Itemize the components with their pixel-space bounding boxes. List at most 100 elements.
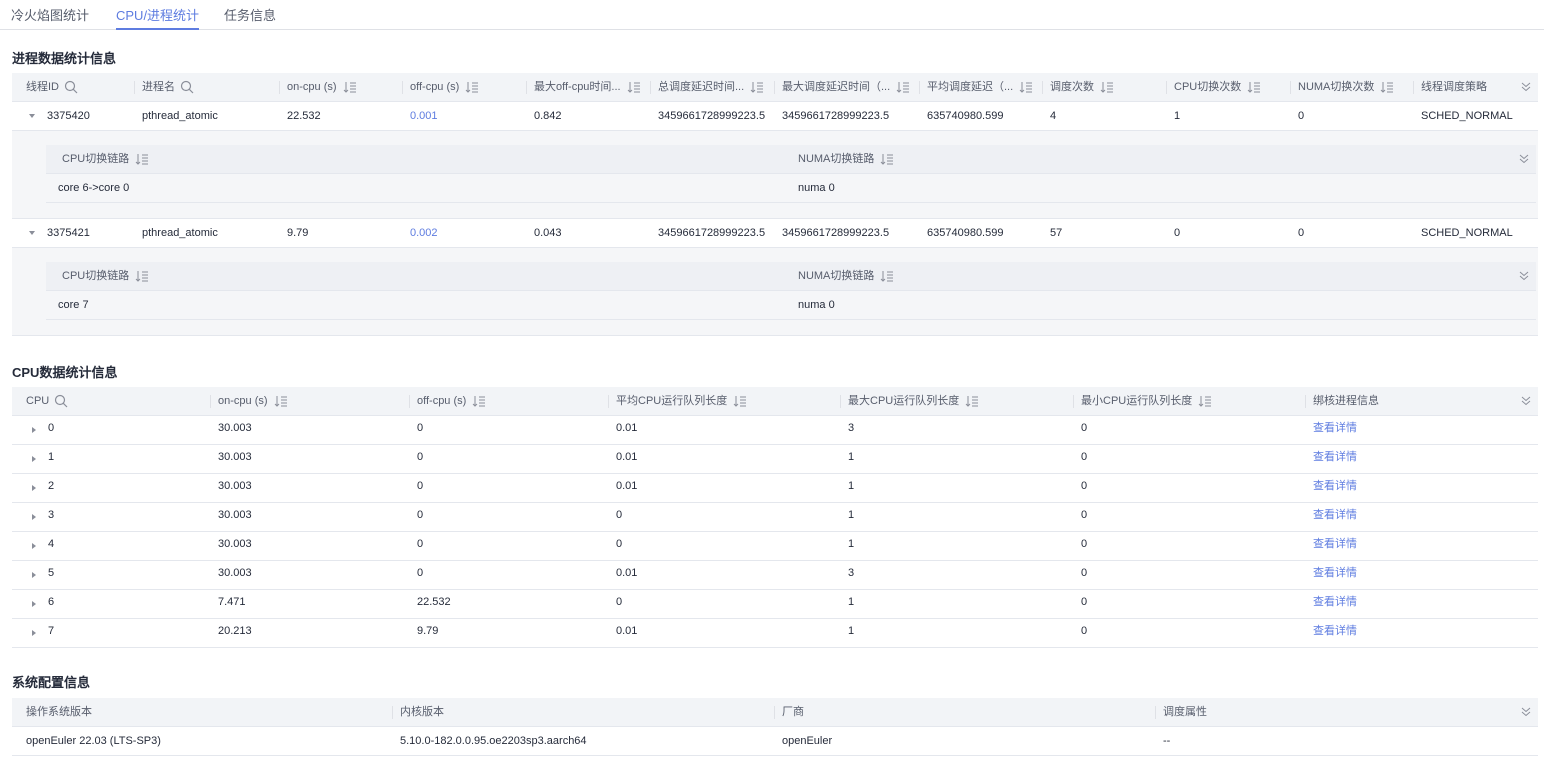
cpu-row[interactable]: 2 30.003 0 0.01 1 0 查看详情 bbox=[12, 474, 1538, 503]
column-header[interactable]: NUMA切换链路 bbox=[798, 145, 1098, 174]
column-header[interactable]: 进程名 bbox=[142, 73, 277, 102]
caret-right-icon[interactable] bbox=[30, 600, 38, 608]
column-settings-button[interactable] bbox=[1520, 698, 1532, 727]
cpu-row[interactable]: 4 30.003 0 0 1 0 查看详情 bbox=[12, 532, 1538, 561]
view-details-link[interactable]: 查看详情 bbox=[1313, 588, 1357, 617]
caret-right-icon[interactable] bbox=[30, 542, 38, 550]
column-header[interactable]: CPU切换次数 bbox=[1174, 73, 1288, 102]
tab-cpu-process[interactable]: CPU/进程统计 bbox=[116, 5, 200, 30]
sort-icon[interactable] bbox=[896, 81, 910, 93]
column-settings-icon[interactable] bbox=[1518, 153, 1530, 165]
column-header[interactable]: 最小CPU运行队列长度 bbox=[1081, 387, 1303, 416]
sort-icon[interactable] bbox=[135, 153, 149, 165]
column-header[interactable]: NUMA切换链路 bbox=[798, 262, 1098, 291]
column-header[interactable]: 操作系统版本 bbox=[26, 698, 390, 727]
column-settings-icon[interactable] bbox=[1520, 706, 1532, 718]
caret-right-icon[interactable] bbox=[30, 513, 38, 521]
sort-icon[interactable] bbox=[880, 270, 894, 282]
column-header[interactable]: 内核版本 bbox=[400, 698, 772, 727]
column-header[interactable]: 最大调度延迟时间（... bbox=[782, 73, 917, 102]
column-header[interactable]: 线程ID bbox=[26, 73, 132, 102]
column-settings-button[interactable] bbox=[1520, 387, 1532, 416]
caret-right-icon[interactable] bbox=[30, 426, 38, 434]
column-header[interactable]: 最大CPU运行队列长度 bbox=[848, 387, 1071, 416]
column-header[interactable]: 总调度延迟时间... bbox=[658, 73, 772, 102]
caret-right-icon[interactable] bbox=[30, 629, 38, 637]
expand-toggle[interactable] bbox=[28, 219, 40, 248]
cpu-row[interactable]: 5 30.003 0 0.01 3 0 查看详情 bbox=[12, 561, 1538, 590]
sort-icon[interactable] bbox=[627, 81, 641, 93]
column-header[interactable]: 绑核进程信息 bbox=[1313, 387, 1493, 416]
view-details-link[interactable]: 查看详情 bbox=[1313, 530, 1357, 559]
expand-toggle[interactable] bbox=[30, 445, 40, 474]
column-header[interactable]: 调度属性 bbox=[1163, 698, 1463, 727]
cpu-row[interactable]: 6 7.471 22.532 0 1 0 查看详情 bbox=[12, 590, 1538, 619]
tab-task-info[interactable]: 任务信息 bbox=[224, 5, 276, 30]
caret-down-icon[interactable] bbox=[28, 112, 36, 120]
column-header[interactable]: off-cpu (s) bbox=[410, 73, 524, 102]
expand-toggle[interactable] bbox=[30, 590, 40, 619]
sort-icon[interactable] bbox=[274, 395, 288, 407]
cpu-row[interactable]: 3 30.003 0 0 1 0 查看详情 bbox=[12, 503, 1538, 532]
sort-icon[interactable] bbox=[733, 395, 747, 407]
sort-icon[interactable] bbox=[880, 153, 894, 165]
expand-toggle[interactable] bbox=[30, 503, 40, 532]
column-header[interactable]: 最大off-cpu时间... bbox=[534, 73, 648, 102]
column-header[interactable]: 线程调度策略 bbox=[1421, 73, 1516, 102]
view-details-link[interactable]: 查看详情 bbox=[1313, 443, 1357, 472]
view-details-link[interactable]: 查看详情 bbox=[1313, 617, 1357, 646]
tab-cold-flamegraph[interactable]: 冷火焰图统计 bbox=[11, 5, 89, 30]
expand-toggle[interactable] bbox=[30, 474, 40, 503]
column-header[interactable]: on-cpu (s) bbox=[218, 387, 407, 416]
table-cell[interactable]: 0.001 bbox=[410, 102, 438, 131]
sort-icon[interactable] bbox=[750, 81, 764, 93]
sort-icon[interactable] bbox=[965, 395, 979, 407]
sort-icon[interactable] bbox=[465, 81, 479, 93]
column-settings-button[interactable] bbox=[1520, 73, 1532, 102]
process-row[interactable]: 3375420 pthread_atomic 22.532 0.001 0.842 345… bbox=[12, 102, 1538, 131]
search-icon[interactable] bbox=[54, 394, 68, 408]
search-icon[interactable] bbox=[180, 80, 194, 94]
expand-toggle[interactable] bbox=[30, 561, 40, 590]
expand-toggle[interactable] bbox=[30, 416, 40, 445]
cpu-row[interactable]: 1 30.003 0 0.01 1 0 查看详情 bbox=[12, 445, 1538, 474]
column-settings-button[interactable] bbox=[1518, 145, 1530, 174]
column-header[interactable]: CPU切换链路 bbox=[62, 262, 362, 291]
cpu-row[interactable]: 7 20.213 9.79 0.01 1 0 查看详情 bbox=[12, 619, 1538, 648]
search-icon[interactable] bbox=[64, 80, 78, 94]
column-settings-button[interactable] bbox=[1518, 262, 1530, 291]
sort-icon[interactable] bbox=[1380, 81, 1394, 93]
sort-icon[interactable] bbox=[1198, 395, 1212, 407]
caret-down-icon[interactable] bbox=[28, 229, 36, 237]
view-details-link[interactable]: 查看详情 bbox=[1313, 501, 1357, 530]
caret-right-icon[interactable] bbox=[30, 571, 38, 579]
column-header[interactable]: CPU切换链路 bbox=[62, 145, 362, 174]
expand-toggle[interactable] bbox=[30, 619, 40, 648]
caret-right-icon[interactable] bbox=[30, 484, 38, 492]
view-details-link[interactable]: 查看详情 bbox=[1313, 472, 1357, 501]
sort-icon[interactable] bbox=[1247, 81, 1261, 93]
column-settings-icon[interactable] bbox=[1520, 81, 1532, 93]
cpu-row[interactable]: 0 30.003 0 0.01 3 0 查看详情 bbox=[12, 416, 1538, 445]
expand-toggle[interactable] bbox=[30, 532, 40, 561]
column-header[interactable]: 调度次数 bbox=[1050, 73, 1164, 102]
column-header[interactable]: off-cpu (s) bbox=[417, 387, 606, 416]
view-details-link[interactable]: 查看详情 bbox=[1313, 559, 1357, 588]
sort-icon[interactable] bbox=[1019, 81, 1033, 93]
view-details-link[interactable]: 查看详情 bbox=[1313, 414, 1357, 443]
table-cell[interactable]: 0.002 bbox=[410, 219, 438, 248]
column-header[interactable]: 厂商 bbox=[782, 698, 1153, 727]
column-header[interactable]: 平均CPU运行队列长度 bbox=[616, 387, 838, 416]
sort-icon[interactable] bbox=[135, 270, 149, 282]
column-settings-icon[interactable] bbox=[1520, 395, 1532, 407]
column-header[interactable]: on-cpu (s) bbox=[287, 73, 400, 102]
column-header[interactable]: NUMA切换次数 bbox=[1298, 73, 1411, 102]
sort-icon[interactable] bbox=[472, 395, 486, 407]
column-settings-icon[interactable] bbox=[1518, 270, 1530, 282]
process-row[interactable]: 3375421 pthread_atomic 9.79 0.002 0.043 34596… bbox=[12, 219, 1538, 248]
expand-toggle[interactable] bbox=[28, 102, 40, 131]
caret-right-icon[interactable] bbox=[30, 455, 38, 463]
column-header[interactable]: CPU bbox=[26, 387, 208, 416]
sort-icon[interactable] bbox=[343, 81, 357, 93]
column-header[interactable]: 平均调度延迟（... bbox=[927, 73, 1040, 102]
